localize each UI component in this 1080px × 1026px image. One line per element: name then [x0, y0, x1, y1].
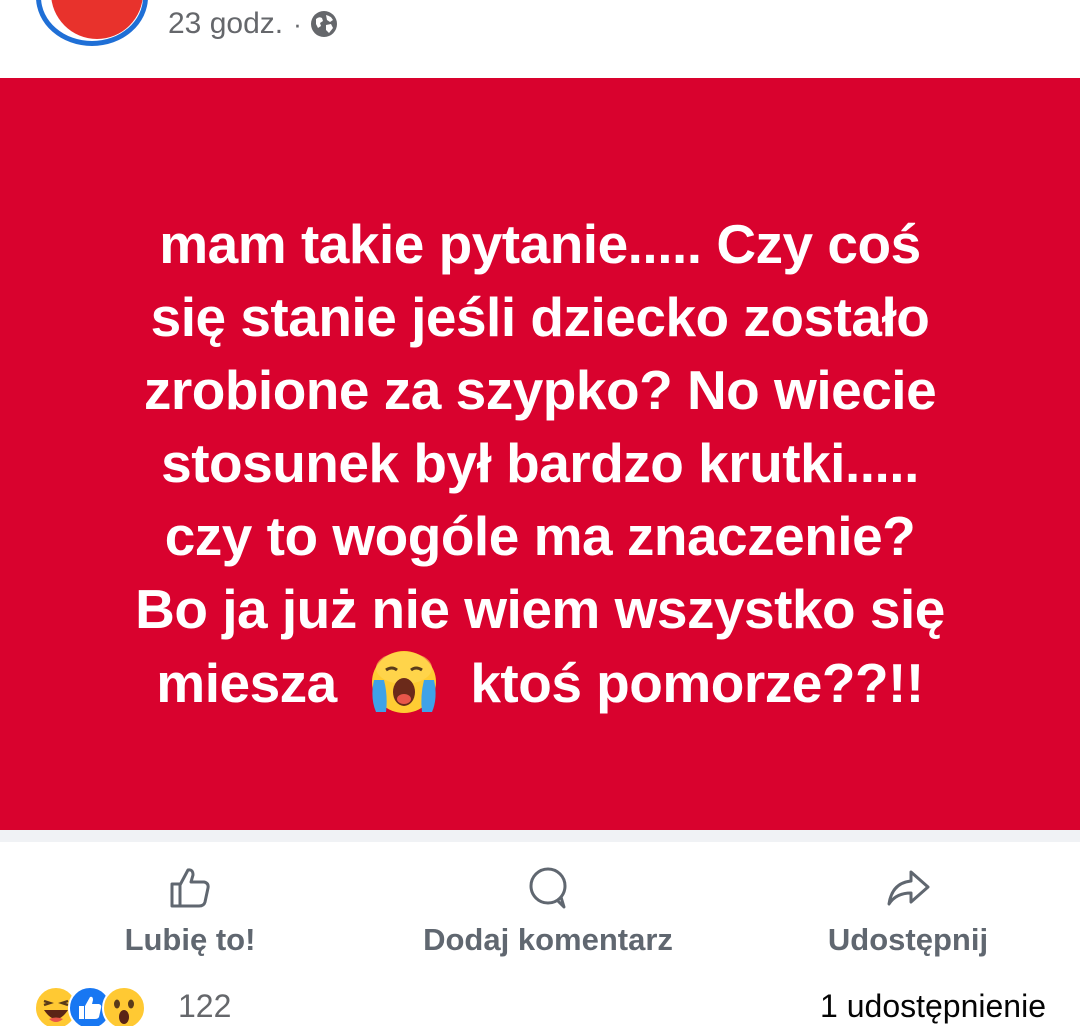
- post-text: mam takie pytanie..... Czy coś się stani…: [40, 208, 1040, 720]
- post-text-after-emoji: ktoś pomorze??!!: [470, 652, 924, 714]
- post-actions: Lubię to! Dodaj komentarz Udostępnij: [0, 842, 1080, 982]
- comment-button[interactable]: Dodaj komentarz: [388, 864, 708, 958]
- avatar-image: [51, 0, 143, 39]
- facebook-post: 23 godz. · mam takie pytanie..... Czy co…: [0, 0, 1080, 1026]
- post-header: 23 godz. ·: [0, 0, 1080, 78]
- comment-label: Dodaj komentarz: [423, 922, 673, 957]
- shares-count[interactable]: 1 udostępnienie: [820, 988, 1046, 1025]
- post-text-line: czy to wogóle ma znaczenie?: [164, 505, 916, 567]
- post-text-line: Bo ja już nie wiem wszystko się: [135, 578, 945, 640]
- post-timestamp[interactable]: 23 godz.: [168, 7, 283, 41]
- post-text-line: zrobione za szypko? No wiecie: [143, 359, 937, 421]
- post-text-line: mam takie pytanie..... Czy coś: [159, 213, 921, 275]
- post-meta: 23 godz. ·: [168, 4, 338, 44]
- post-footer: 122 1 udostępnienie: [0, 982, 1080, 1026]
- comment-bubble-icon: [529, 867, 567, 909]
- meta-separator: ·: [293, 8, 302, 39]
- thumbs-up-icon: [170, 868, 210, 908]
- post-text-line: się stanie jeśli dziecko zostało: [150, 286, 930, 348]
- post-text-line-last: miesza ktoś pomorze??!!: [40, 646, 1040, 720]
- reaction-count[interactable]: 122: [178, 988, 231, 1025]
- share-label: Udostępnij: [827, 922, 989, 957]
- like-button[interactable]: Lubię to!: [30, 864, 350, 958]
- divider: [0, 830, 1080, 842]
- share-arrow-icon: [887, 870, 930, 906]
- post-text-line: stosunek był bardzo krutki.....: [161, 432, 919, 494]
- globe-icon[interactable]: [310, 10, 338, 38]
- like-label: Lubię to!: [124, 922, 256, 957]
- share-button[interactable]: Udostępnij: [748, 864, 1068, 958]
- post-text-before-emoji: miesza: [156, 652, 337, 714]
- avatar[interactable]: [36, 0, 148, 46]
- reaction-summary[interactable]: [34, 986, 146, 1026]
- wow-icon: [102, 986, 146, 1026]
- crying-face-icon: [371, 651, 436, 713]
